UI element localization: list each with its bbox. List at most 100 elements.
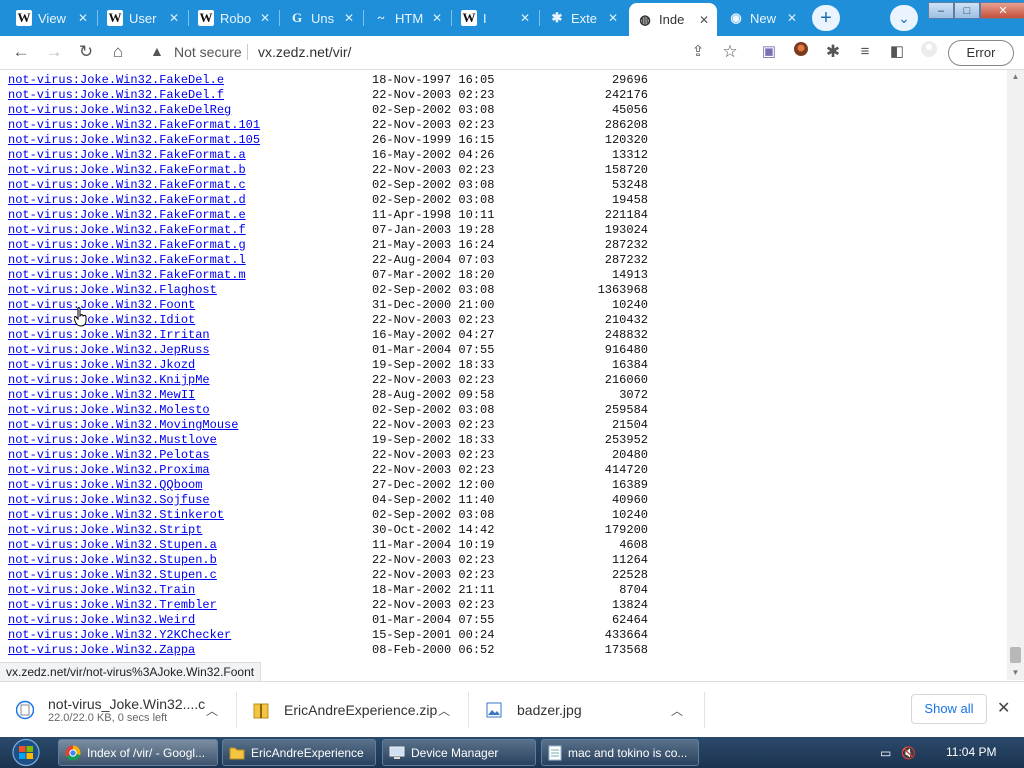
side-panel-icon[interactable]: ◧ — [885, 40, 909, 64]
file-link[interactable]: not-virus:Joke.Win32.Flaghost — [8, 283, 217, 298]
file-link[interactable]: not-virus:Joke.Win32.FakeFormat.e — [8, 208, 246, 223]
tab-close-icon[interactable]: ✕ — [608, 11, 618, 25]
reload-icon[interactable]: ↻ — [74, 40, 98, 64]
file-link[interactable]: not-virus:Joke.Win32.FakeDel.e — [8, 73, 224, 88]
file-link[interactable]: not-virus:Joke.Win32.MovingMouse — [8, 418, 238, 433]
file-link[interactable]: not-virus:Joke.Win32.FakeDelReg — [8, 103, 231, 118]
window-close-button[interactable]: ✕ — [980, 2, 1024, 19]
maximize-button[interactable]: □ — [954, 2, 980, 19]
url-text[interactable]: vx.zedz.net/vir/ — [258, 44, 351, 60]
download-item-3[interactable]: badzer.jpg ︿ — [485, 690, 683, 730]
address-bar[interactable]: ▲ Not secure vx.zedz.net/vir/ — [140, 38, 750, 66]
taskbar-item-notepad[interactable]: mac and tokino is co... — [541, 739, 699, 766]
file-link[interactable]: not-virus:Joke.Win32.FakeFormat.b — [8, 163, 246, 178]
forward-arrow-icon[interactable]: → — [42, 40, 66, 64]
file-link[interactable]: not-virus:Joke.Win32.FakeFormat.105 — [8, 133, 260, 148]
file-link[interactable]: not-virus:Joke.Win32.Y2KChecker — [8, 628, 231, 643]
chevron-up-icon[interactable]: ︿ — [438, 702, 450, 719]
share-icon[interactable]: ⇪ — [686, 40, 710, 64]
tab-1[interactable]: W View ✕ — [8, 3, 96, 33]
tab-5[interactable]: ~ HTM ✕ — [365, 3, 450, 33]
file-link[interactable]: not-virus:Joke.Win32.Stript — [8, 523, 202, 538]
tab-4[interactable]: G Uns ✕ — [281, 3, 362, 33]
tab-close-icon[interactable]: ✕ — [344, 11, 354, 25]
minimize-button[interactable]: – — [928, 2, 954, 19]
file-link[interactable]: not-virus:Joke.Win32.Mustlove — [8, 433, 217, 448]
tab-close-icon[interactable]: ✕ — [78, 11, 88, 25]
file-link[interactable]: not-virus:Joke.Win32.Sojfuse — [8, 493, 210, 508]
extension-icon[interactable]: ▣ — [757, 40, 781, 64]
file-link[interactable]: not-virus:Joke.Win32.Stupen.a — [8, 538, 217, 553]
file-link[interactable]: not-virus:Joke.Win32.Proxima — [8, 463, 210, 478]
new-tab-button[interactable]: + — [812, 5, 840, 31]
error-button[interactable]: Error — [948, 40, 1014, 66]
scroll-down-arrow-icon[interactable]: ▼ — [1007, 666, 1024, 680]
file-link[interactable]: not-virus:Joke.Win32.QQboom — [8, 478, 202, 493]
file-link[interactable]: not-virus:Joke.Win32.Stupen.c — [8, 568, 217, 583]
tab-2[interactable]: W User ✕ — [99, 3, 187, 33]
back-arrow-icon[interactable]: ← — [9, 40, 33, 64]
close-icon[interactable]: ✕ — [997, 698, 1010, 718]
not-secure-label[interactable]: Not secure — [174, 44, 242, 60]
profile-extension-icon[interactable] — [789, 40, 813, 64]
vertical-scrollbar[interactable]: ▲ ▼ — [1007, 70, 1024, 680]
warning-triangle-icon[interactable]: ▲ — [150, 43, 164, 59]
file-link[interactable]: not-virus:Joke.Win32.Foont — [8, 298, 195, 313]
file-link[interactable]: not-virus:Joke.Win32.Pelotas — [8, 448, 210, 463]
tab-close-icon[interactable]: ✕ — [787, 11, 797, 25]
download-item-2[interactable]: EricAndreExperience.zip ︿ — [252, 690, 450, 730]
file-link[interactable]: not-virus:Joke.Win32.Train — [8, 583, 195, 598]
tab-8[interactable]: ◍ Inde ✕ — [629, 3, 717, 36]
file-link[interactable]: not-virus:Joke.Win32.Stupen.b — [8, 553, 217, 568]
tab-close-icon[interactable]: ✕ — [432, 11, 442, 25]
home-icon[interactable]: ⌂ — [106, 40, 130, 64]
file-link[interactable]: not-virus:Joke.Win32.Trembler — [8, 598, 217, 613]
file-link[interactable]: not-virus:Joke.Win32.FakeFormat.101 — [8, 118, 260, 133]
tab-9[interactable]: ◉ New ✕ — [720, 3, 805, 33]
device-manager-icon — [389, 746, 405, 759]
file-link[interactable]: not-virus:Joke.Win32.JepRuss — [8, 343, 210, 358]
tab-close-icon[interactable]: ✕ — [169, 11, 179, 25]
taskbar-item-folder[interactable]: EricAndreExperience — [222, 739, 376, 766]
show-all-button[interactable]: Show all — [911, 694, 987, 724]
start-button[interactable] — [4, 737, 48, 768]
file-link[interactable]: not-virus:Joke.Win32.FakeFormat.d — [8, 193, 246, 208]
file-link[interactable]: not-virus:Joke.Win32.Molesto — [8, 403, 210, 418]
tab-6[interactable]: W I ✕ — [453, 3, 538, 33]
media-control-icon[interactable]: ≡ — [853, 40, 877, 64]
network-icon[interactable]: ▭ — [880, 746, 891, 760]
tab-7[interactable]: ✱ Exte ✕ — [541, 3, 626, 33]
file-link[interactable]: not-virus:Joke.Win32.FakeFormat.l — [8, 253, 246, 268]
file-link[interactable]: not-virus:Joke.Win32.Idiot — [8, 313, 195, 328]
download-item-1[interactable]: not-virus_Joke.Win32....c 22.0/22.0 KB, … — [16, 690, 218, 730]
scrollbar-thumb[interactable] — [1010, 647, 1021, 663]
file-link[interactable]: not-virus:Joke.Win32.Zappa — [8, 643, 195, 658]
file-link[interactable]: not-virus:Joke.Win32.Stinkerot — [8, 508, 224, 523]
taskbar-item-chrome[interactable]: Index of /vir/ - Googl... — [58, 739, 218, 766]
taskbar-item-device-manager[interactable]: Device Manager — [382, 739, 536, 766]
scroll-up-arrow-icon[interactable]: ▲ — [1007, 70, 1024, 84]
tab-close-icon[interactable]: ✕ — [699, 13, 709, 27]
tab-close-icon[interactable]: ✕ — [260, 11, 270, 25]
file-link[interactable]: not-virus:Joke.Win32.FakeFormat.a — [8, 148, 246, 163]
clock[interactable]: 11:04 PM — [946, 745, 996, 759]
volume-muted-icon[interactable]: 🔇 — [901, 746, 916, 760]
chevron-up-icon[interactable]: ︿ — [671, 702, 683, 719]
file-link[interactable]: not-virus:Joke.Win32.FakeFormat.f — [8, 223, 246, 238]
file-link[interactable]: not-virus:Joke.Win32.FakeFormat.c — [8, 178, 246, 193]
file-link[interactable]: not-virus:Joke.Win32.MewII — [8, 388, 195, 403]
tab-3[interactable]: W Robo ✕ — [190, 3, 278, 33]
file-link[interactable]: not-virus:Joke.Win32.Weird — [8, 613, 195, 628]
chevron-up-icon[interactable]: ︿ — [206, 702, 218, 719]
file-link[interactable]: not-virus:Joke.Win32.FakeFormat.m — [8, 268, 246, 283]
file-link[interactable]: not-virus:Joke.Win32.FakeFormat.g — [8, 238, 246, 253]
profile-avatar-icon[interactable] — [917, 40, 941, 64]
bookmark-star-icon[interactable]: ☆ — [718, 40, 742, 64]
file-link[interactable]: not-virus:Joke.Win32.KnijpMe — [8, 373, 210, 388]
file-link[interactable]: not-virus:Joke.Win32.Irritan — [8, 328, 210, 343]
tab-search-button[interactable]: ⌄ — [890, 5, 918, 31]
extensions-puzzle-icon[interactable]: ✱ — [821, 40, 845, 64]
file-link[interactable]: not-virus:Joke.Win32.FakeDel.f — [8, 88, 224, 103]
file-link[interactable]: not-virus:Joke.Win32.Jkozd — [8, 358, 195, 373]
tab-close-icon[interactable]: ✕ — [520, 11, 530, 25]
